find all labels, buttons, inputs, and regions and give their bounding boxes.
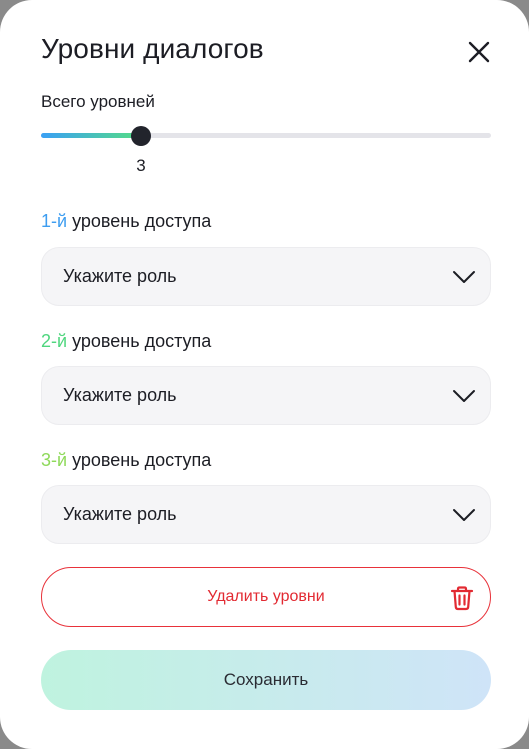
total-levels-label: Всего уровней	[41, 92, 155, 111]
delete-levels-label: Удалить уровни	[207, 588, 325, 605]
access-level-1-ordinal: 1-й	[41, 211, 68, 231]
chevron-down-icon	[453, 509, 475, 521]
access-level-1-role-select[interactable]: Укажите роль	[41, 247, 491, 306]
save-button[interactable]: Сохранить	[41, 650, 491, 710]
access-level-2-ordinal: 2-й	[41, 331, 68, 351]
access-level-3-suffix: уровень доступа	[72, 450, 212, 470]
access-level-1-suffix: уровень доступа	[72, 211, 212, 231]
slider-thumb[interactable]	[131, 126, 151, 146]
access-level-3-role-select[interactable]: Укажите роль	[41, 485, 491, 544]
access-level-2-suffix: уровень доступа	[72, 331, 212, 351]
dialog-title: Уровни диалогов	[41, 33, 264, 64]
delete-levels-button[interactable]: Удалить уровни	[41, 567, 491, 627]
role-select-value: Укажите роль	[63, 266, 177, 286]
levels-slider[interactable]	[41, 126, 491, 146]
access-level-3-label: 3-й уровень доступа	[41, 450, 211, 471]
save-button-label: Сохранить	[223, 670, 309, 689]
slider-value: 3	[136, 156, 146, 175]
access-level-2-label: 2-й уровень доступа	[41, 331, 211, 352]
levels-dialog: Уровни диалогов Всего уровней 3 1-й урове…	[0, 0, 529, 749]
chevron-down-icon	[453, 271, 475, 283]
role-select-value: Укажите роль	[63, 504, 177, 524]
role-select-value: Укажите роль	[63, 385, 177, 405]
access-level-1-label: 1-й уровень доступа	[41, 211, 211, 232]
slider-fill	[41, 133, 141, 138]
trash-icon	[450, 586, 474, 611]
chevron-down-icon	[453, 390, 475, 402]
close-icon[interactable]	[464, 37, 494, 67]
access-level-2-role-select[interactable]: Укажите роль	[41, 366, 491, 425]
access-level-3-ordinal: 3-й	[41, 450, 68, 470]
